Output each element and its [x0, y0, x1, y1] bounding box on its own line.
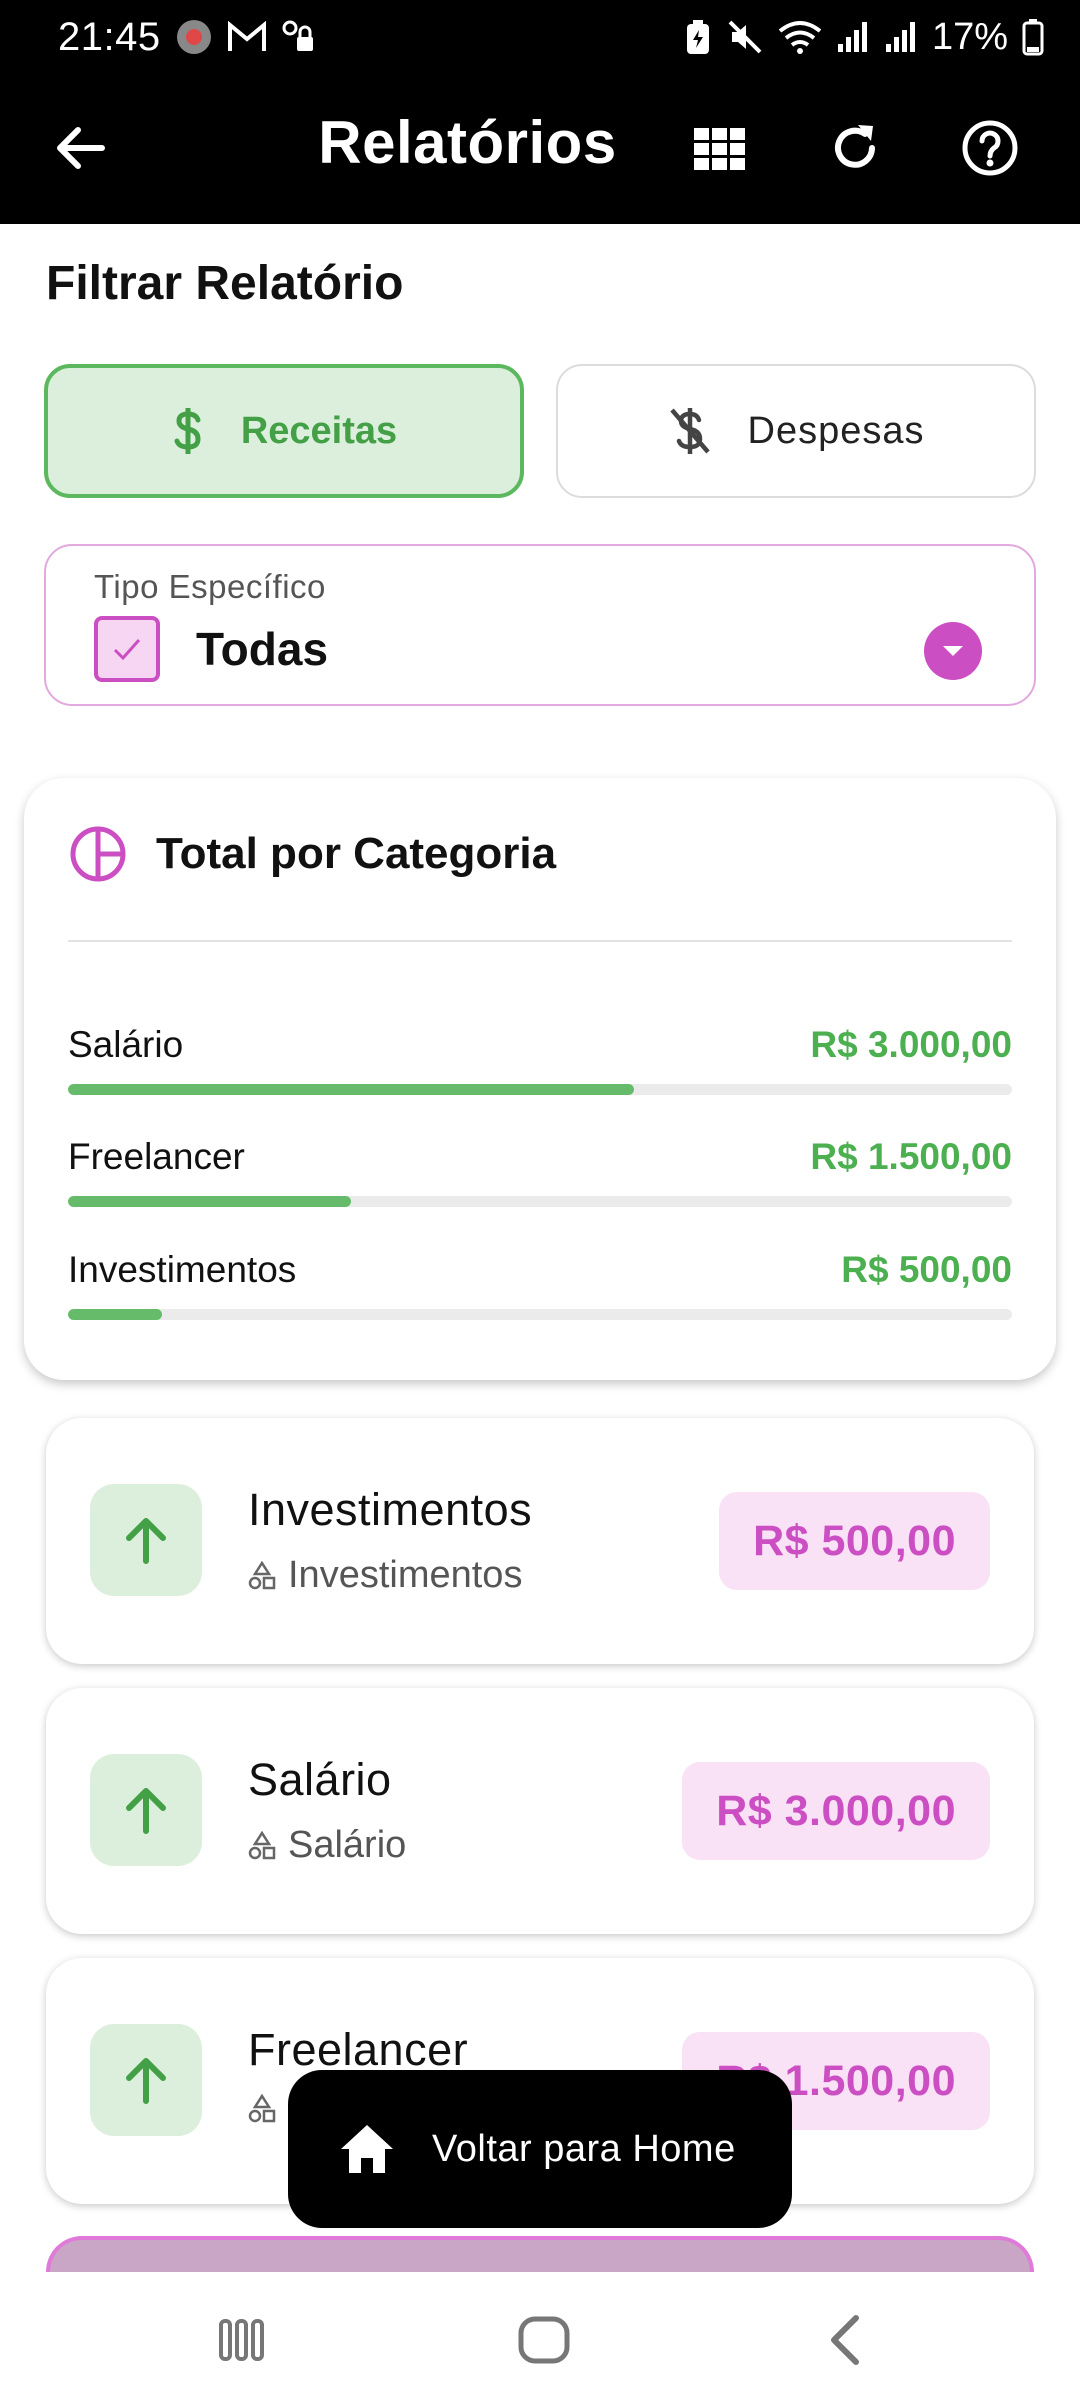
category-amount: R$ 1.500,00: [810, 1136, 1012, 1177]
gmail-icon: [227, 21, 267, 53]
transaction-category-label: Investimentos: [288, 1554, 523, 1596]
vpn-key-icon: [281, 19, 317, 55]
dollar-icon: [174, 408, 201, 454]
category-progress-track: [68, 1084, 1012, 1095]
help-icon: [962, 120, 1018, 176]
transaction-name: Salário: [248, 1754, 392, 1805]
wifi-icon: [778, 19, 822, 55]
recent-apps-icon: [219, 2319, 264, 2361]
transaction-category: Salário: [248, 1824, 406, 1867]
category-totals-card: Total por Categoria Salário R$ 3.000,00 …: [24, 778, 1056, 1380]
pie-chart-icon: [70, 826, 126, 882]
transaction-category-label: Salário: [288, 1824, 407, 1866]
income-filter-button[interactable]: Receitas: [44, 364, 524, 498]
transaction-amount: R$ 500,00: [719, 1492, 990, 1590]
specific-type-label: Tipo Específico: [94, 568, 326, 605]
category-name: Freelancer: [68, 1136, 245, 1177]
category-progress-track: [68, 1309, 1012, 1320]
grid-icon: [694, 128, 745, 170]
category-progress-fill: [68, 1196, 352, 1207]
income-arrow-icon: [90, 2024, 202, 2136]
page-title: Relatórios: [318, 109, 617, 176]
category-icon: [248, 1560, 276, 1589]
income-arrow-icon: [90, 1484, 202, 1596]
back-nav-icon: [831, 2315, 859, 2365]
refresh-icon: [835, 125, 875, 168]
dropdown-arrow-icon: [924, 622, 982, 680]
app-bar: Relatórios: [0, 74, 1080, 224]
transaction-category: Investimentos: [248, 1554, 522, 1597]
back-nav-button[interactable]: [806, 2308, 886, 2372]
transaction-name: Freelancer: [248, 2024, 469, 2075]
category-totals-header: Total por Categoria: [68, 824, 556, 884]
recent-apps-button[interactable]: [202, 2308, 282, 2372]
signal-1-icon: [836, 20, 870, 54]
checkbox-icon: [94, 616, 160, 682]
category-name: Salário: [68, 1024, 184, 1065]
home-nav-icon: [518, 2316, 570, 2364]
category-totals-title: Total por Categoria: [156, 829, 557, 878]
grid-view-button[interactable]: [680, 108, 760, 188]
category-progress-track: [68, 1196, 1012, 1207]
battery-icon: [1022, 18, 1044, 56]
mute-icon: [726, 18, 764, 56]
money-off-icon: [669, 408, 710, 454]
filter-section-title: Filtrar Relatório: [46, 257, 404, 310]
status-bar: 21:45 17%: [0, 0, 1080, 74]
category-name: Investimentos: [68, 1249, 297, 1290]
battery-saver-icon: [684, 18, 712, 56]
category-icon: [248, 1830, 276, 1859]
category-amount: R$ 3.000,00: [810, 1024, 1012, 1065]
status-time: 21:45: [58, 14, 161, 59]
category-icon: [248, 2094, 276, 2123]
system-nav-bar: [0, 2272, 1080, 2408]
income-filter-label: Receitas: [240, 409, 398, 452]
divider: [68, 940, 1012, 942]
transaction-card[interactable]: Investimentos Investimentos R$ 500,00: [46, 1418, 1034, 1664]
back-to-home-button[interactable]: Voltar para Home: [288, 2070, 792, 2228]
battery-percent: 17%: [931, 15, 1008, 58]
category-progress-fill: [68, 1084, 635, 1095]
expense-filter-button[interactable]: Despesas: [556, 364, 1036, 498]
app-notification-icon: [175, 18, 213, 56]
transaction-amount: R$ 3.000,00: [682, 1762, 990, 1860]
specific-type-value: Todas: [196, 623, 329, 675]
help-button[interactable]: [950, 108, 1030, 188]
home-nav-button[interactable]: [504, 2308, 584, 2372]
back-to-home-label: Voltar para Home: [432, 2127, 736, 2170]
category-amount: R$ 500,00: [841, 1249, 1012, 1290]
expense-filter-label: Despesas: [747, 409, 925, 452]
transaction-category: [248, 2094, 288, 2124]
category-progress-fill: [68, 1309, 163, 1320]
specific-type-dropdown[interactable]: Tipo Específico Todas: [44, 544, 1036, 706]
transaction-name: Investimentos: [248, 1484, 533, 1535]
refresh-button[interactable]: [815, 108, 895, 188]
home-icon: [341, 2125, 393, 2173]
signal-2-icon: [884, 20, 918, 54]
transaction-card[interactable]: Salário Salário R$ 3.000,00: [46, 1688, 1034, 1934]
income-arrow-icon: [90, 1754, 202, 1866]
